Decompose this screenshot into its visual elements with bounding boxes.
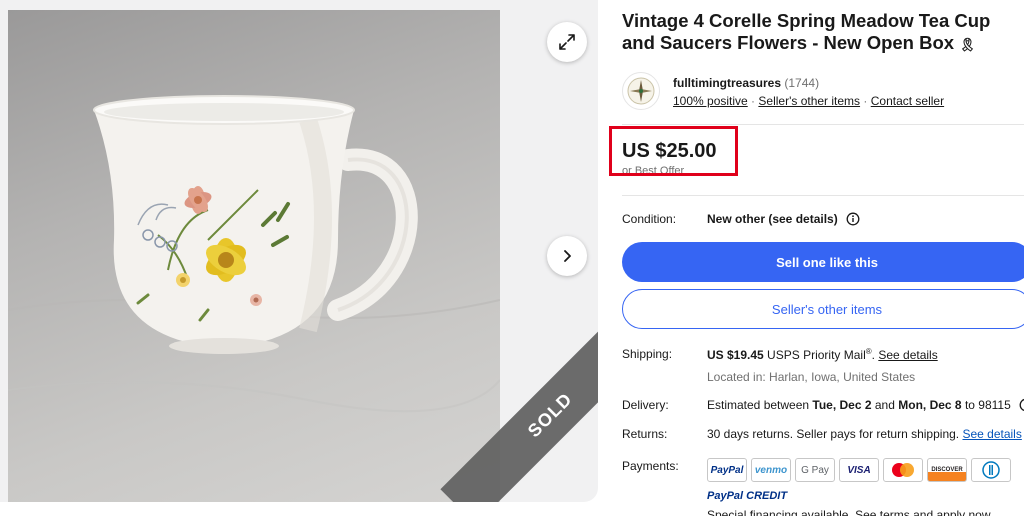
info-icon[interactable] (846, 212, 860, 226)
separator: · (860, 94, 871, 108)
expand-icon (559, 34, 575, 50)
seller-card: fulltimingtreasures (1744) 100% positive… (622, 72, 1024, 124)
price-highlight-box (609, 126, 738, 176)
mastercard-icon (892, 463, 914, 477)
venmo-logo: venmo (751, 458, 791, 482)
divider (622, 124, 1024, 125)
discover-logo: DISCOVER (927, 458, 967, 482)
condition-label: Condition: (622, 212, 677, 226)
seller-other-items-link[interactable]: Seller's other items (758, 94, 860, 108)
listing-photo[interactable] (8, 10, 500, 502)
sold-label: SOLD (523, 388, 576, 441)
info-icon[interactable] (1019, 398, 1024, 412)
seller-name[interactable]: fulltimingtreasures (1744) (673, 76, 819, 90)
sell-one-like-this-button[interactable]: Sell one like this (622, 242, 1024, 282)
diners-club-logo (971, 458, 1011, 482)
divider (622, 195, 1024, 196)
condition-text: New other (see details) (707, 212, 838, 226)
shipping-see-details-link[interactable]: See details (878, 348, 937, 362)
seller-positive-link[interactable]: 100% positive (673, 94, 748, 108)
contact-seller-link[interactable]: Contact seller (871, 94, 944, 108)
ribbon-badge-icon: 🎗 (959, 37, 976, 52)
seller-avatar[interactable] (622, 72, 660, 110)
separator: · (747, 94, 759, 108)
paypal-logo: PayPal (707, 458, 747, 482)
seller-name-text[interactable]: fulltimingtreasures (673, 76, 781, 90)
listing-title: Vintage 4 Corelle Spring Meadow Tea Cup … (622, 10, 1024, 56)
image-gallery: SOLD (0, 0, 598, 502)
sellers-other-items-button[interactable]: Seller's other items (622, 289, 1024, 329)
chevron-right-icon (564, 250, 571, 262)
delivery-label: Delivery: (622, 398, 669, 412)
seller-feedback-count: (1744) (784, 76, 820, 90)
delivery-value: Estimated between Tue, Dec 2 and Mon, De… (707, 398, 1024, 412)
item-location: Located in: Harlan, Iowa, United States (707, 370, 916, 384)
seller-links: 100% positive · Seller's other items · C… (673, 94, 944, 108)
delivery-suffix: to 98115 (961, 398, 1011, 412)
delivery-end: Mon, Dec 8 (898, 398, 962, 412)
delivery-start: Tue, Dec 2 (812, 398, 872, 412)
listing-details: Vintage 4 Corelle Spring Meadow Tea Cup … (609, 0, 1024, 516)
visa-logo: VISA (839, 458, 879, 482)
condition-value: New other (see details) (707, 212, 860, 226)
next-image-button[interactable] (547, 236, 587, 276)
returns-text: 30 days returns. Seller pays for return … (707, 427, 963, 441)
returns-label: Returns: (622, 427, 668, 441)
payment-methods: PayPal venmo G Pay VISA DISCOVER (707, 458, 1011, 482)
shipping-amount: US $19.45 (707, 348, 764, 362)
google-pay-logo: G Pay (795, 458, 835, 482)
paypal-credit-logo: PayPal CREDIT (707, 490, 788, 502)
shipping-value: US $19.45 USPS Priority Mail®. See detai… (707, 347, 938, 362)
shipping-service: USPS Priority Mail (763, 348, 866, 362)
delivery-and: and (871, 398, 899, 412)
financing-text[interactable]: Special financing available. See terms a… (707, 508, 991, 516)
teacup-illustration (8, 95, 500, 413)
returns-see-details-link[interactable]: See details (962, 427, 1021, 441)
shipping-label: Shipping: (622, 347, 673, 361)
payments-label: Payments: (622, 459, 679, 473)
expand-image-button[interactable] (547, 22, 587, 62)
delivery-prefix: Estimated between (707, 398, 813, 412)
returns-value: 30 days returns. Seller pays for return … (707, 427, 1022, 441)
diners-club-icon (982, 461, 1000, 479)
listing-title-text: Vintage 4 Corelle Spring Meadow Tea Cup … (622, 10, 991, 53)
compass-logo-icon (627, 77, 655, 105)
mastercard-logo (883, 458, 923, 482)
